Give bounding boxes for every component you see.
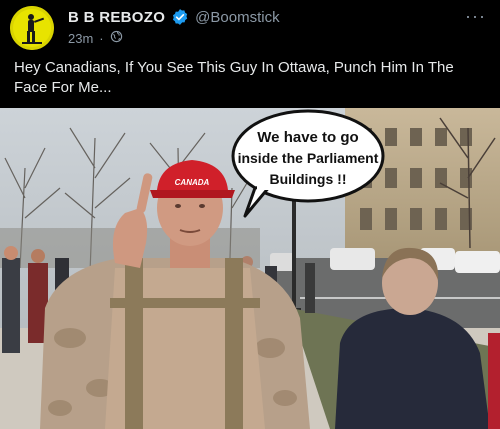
more-dots-icon: ··· <box>465 6 486 26</box>
post-text: Hey Canadians, If You See This Guy In Ot… <box>14 59 454 96</box>
post-media[interactable]: CANADA We have to go inside the Parliame… <box>0 108 500 429</box>
post-meta: 23m · <box>68 30 123 46</box>
speech-bubble-line-2: inside the Parliament <box>238 150 379 166</box>
verified-badge-icon <box>171 8 189 26</box>
avatar-soldier-silhouette-icon <box>10 6 54 50</box>
speech-bubble-line-3: Buildings !! <box>270 171 347 187</box>
media-image: CANADA We have to go inside the Parliame… <box>0 108 500 429</box>
separator-dot: · <box>99 30 104 46</box>
handle[interactable]: @Boomstick <box>195 9 279 26</box>
author-row: B B REBOZO @Boomstick <box>68 8 280 26</box>
timestamp[interactable]: 23m <box>68 31 93 46</box>
globe-icon <box>110 30 123 46</box>
cap-text: CANADA <box>175 178 210 187</box>
display-name[interactable]: B B REBOZO <box>68 9 165 26</box>
post: B B REBOZO @Boomstick 23m · ··· Hey Cana… <box>0 0 500 429</box>
more-options-button[interactable]: ··· <box>465 6 486 27</box>
speech-bubble-line-1: We have to go <box>257 129 358 146</box>
avatar[interactable] <box>10 6 54 50</box>
